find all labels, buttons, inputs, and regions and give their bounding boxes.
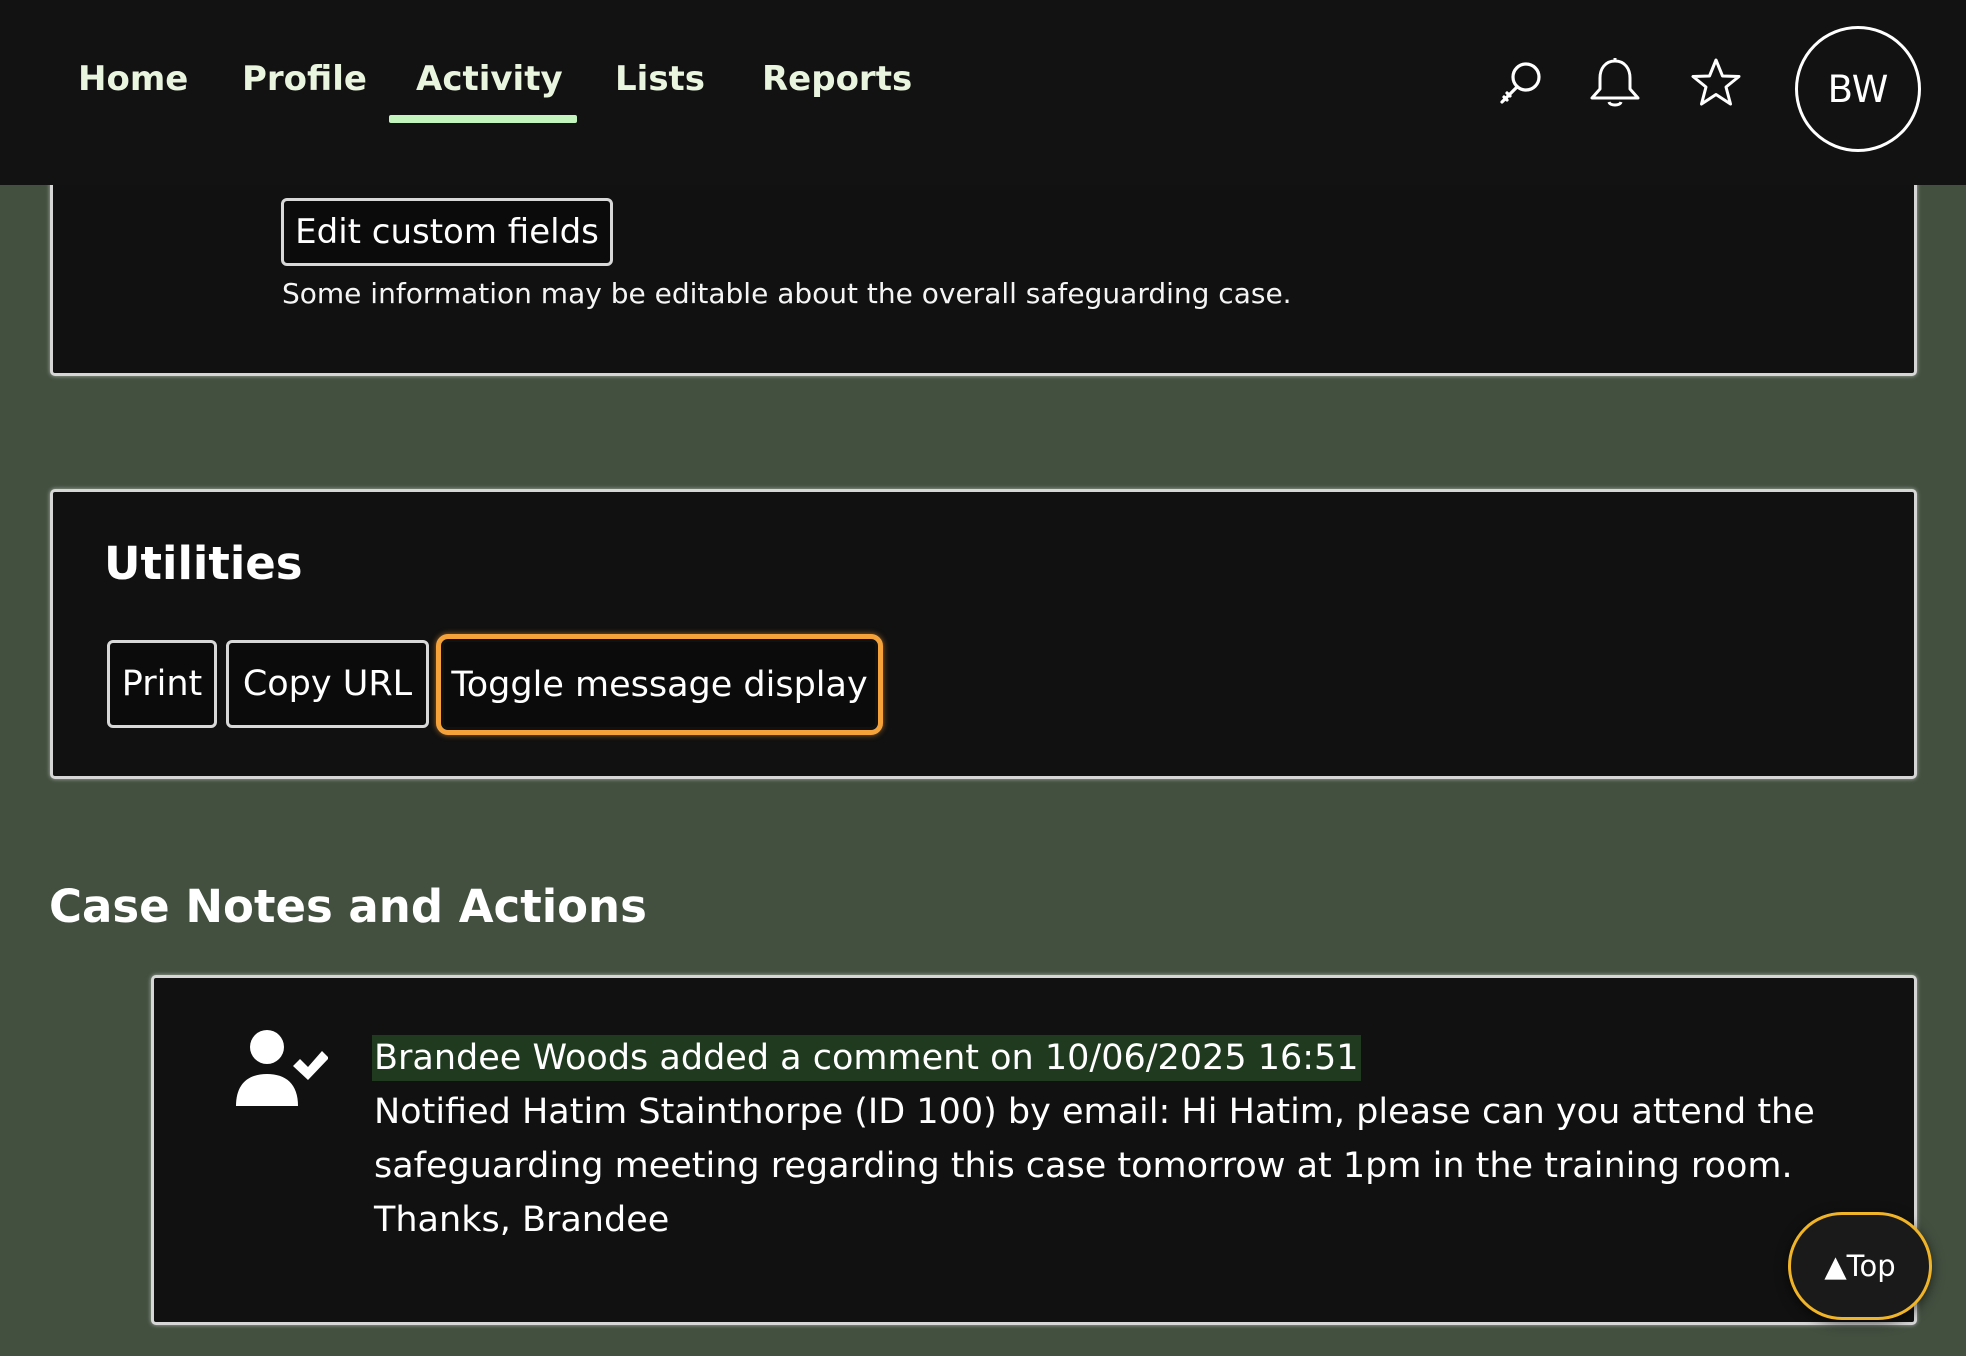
bell-icon[interactable] [1580, 48, 1650, 118]
utilities-title: Utilities [104, 537, 303, 590]
utilities-panel: Utilities Print Copy URL Toggle message … [50, 489, 1917, 779]
print-button[interactable]: Print [107, 640, 217, 728]
case-note-item: Brandee Woods added a comment on 10/06/2… [151, 975, 1917, 1325]
avatar[interactable]: BW [1795, 26, 1921, 152]
tab-activity[interactable]: Activity [416, 54, 563, 104]
copy-url-button[interactable]: Copy URL [226, 640, 429, 728]
tab-lists[interactable]: Lists [615, 54, 705, 104]
user-check-icon [234, 1028, 329, 1108]
edit-custom-fields-button[interactable]: Edit custom fields [281, 198, 613, 266]
star-icon[interactable] [1681, 48, 1751, 118]
back-to-top-button[interactable]: ▲Top [1788, 1212, 1932, 1320]
top-navigation-bar: Home Profile Activity Lists Reports BW [0, 0, 1966, 185]
tab-profile[interactable]: Profile [242, 54, 367, 104]
search-icon[interactable] [1485, 48, 1555, 118]
tab-reports[interactable]: Reports [762, 54, 912, 104]
tab-home[interactable]: Home [78, 54, 188, 104]
case-notes-heading: Case Notes and Actions [49, 880, 647, 933]
note-meta: Brandee Woods added a comment on 10/06/2… [372, 1035, 1361, 1081]
toggle-message-display-button[interactable]: Toggle message display [436, 634, 883, 735]
active-tab-indicator [389, 115, 577, 123]
note-body: Notified Hatim Stainthorpe (ID 100) by e… [374, 1092, 1815, 1240]
avatar-initials: BW [1827, 67, 1889, 111]
editable-info-hint: Some information may be editable about t… [282, 277, 1292, 310]
